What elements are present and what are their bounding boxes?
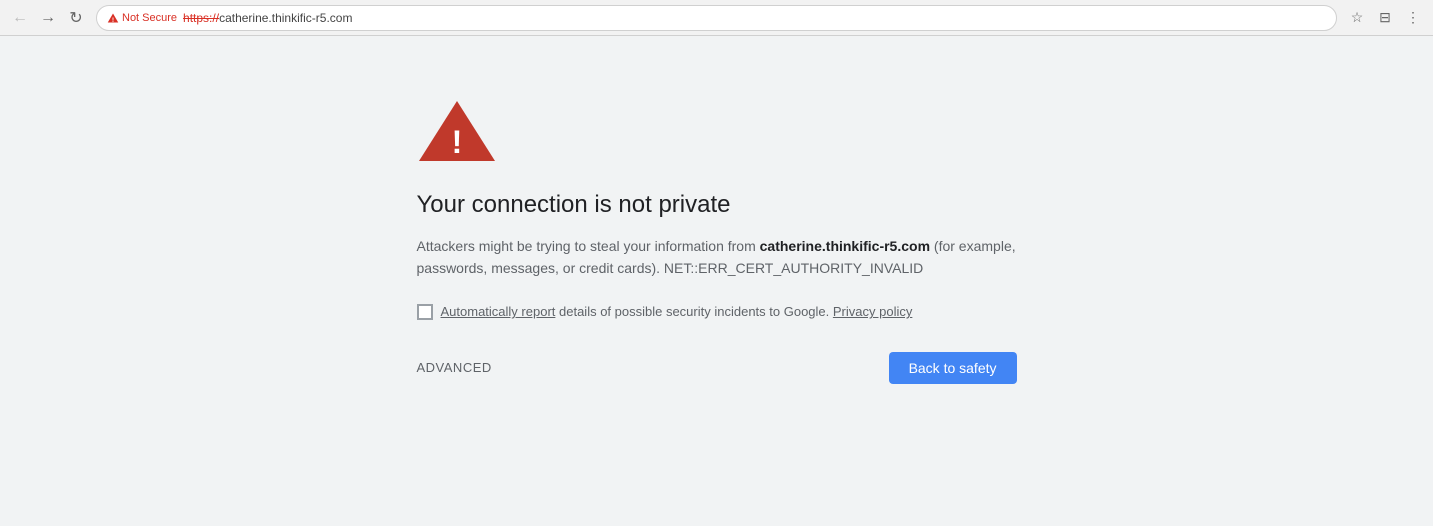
- checkbox-label: Automatically report details of possible…: [441, 304, 913, 319]
- description-prefix: Attackers might be trying to steal your …: [417, 238, 760, 254]
- toolbar-icons: ☆ ⊟ ⋮: [1345, 6, 1425, 30]
- page-content: ! Your connection is not private Attacke…: [0, 36, 1433, 526]
- error-title: Your connection is not private: [417, 191, 731, 219]
- checkbox-text-middle: details of possible security incidents t…: [555, 304, 829, 319]
- back-to-safety-button[interactable]: Back to safety: [889, 352, 1017, 384]
- svg-text:!: !: [112, 17, 114, 23]
- report-checkbox[interactable]: [417, 304, 433, 320]
- url-domain: catherine.thinkific-r5.com: [219, 11, 352, 25]
- error-domain: catherine.thinkific-r5.com: [760, 238, 930, 254]
- privacy-policy-link[interactable]: Privacy policy: [833, 304, 912, 319]
- bookmark-button[interactable]: ☆: [1345, 6, 1369, 30]
- address-url: https://catherine.thinkific-r5.com: [183, 11, 1326, 25]
- advanced-button[interactable]: ADVANCED: [417, 360, 492, 375]
- not-secure-badge: ! Not Secure: [107, 12, 177, 24]
- error-code: NET::ERR_CERT_AUTHORITY_INVALID: [660, 260, 923, 276]
- menu-button[interactable]: ⋮: [1401, 6, 1425, 30]
- action-row: ADVANCED Back to safety: [417, 352, 1017, 384]
- not-secure-label: Not Secure: [122, 12, 177, 24]
- star-icon: ☆: [1351, 9, 1364, 26]
- url-https: https://: [183, 11, 219, 25]
- back-button[interactable]: ←: [8, 6, 32, 30]
- address-bar[interactable]: ! Not Secure https://catherine.thinkific…: [96, 5, 1337, 31]
- error-container: ! Your connection is not private Attacke…: [417, 96, 1017, 384]
- automatically-report-link[interactable]: Automatically report: [441, 304, 556, 319]
- svg-text:!: !: [451, 124, 462, 160]
- reload-button[interactable]: ↻: [64, 6, 88, 30]
- warning-icon-container: !: [417, 96, 497, 171]
- menu-icon: ⋮: [1406, 9, 1420, 26]
- error-description: Attackers might be trying to steal your …: [417, 235, 1017, 280]
- warning-triangle-icon: !: [417, 96, 497, 166]
- security-warning-icon: !: [107, 12, 119, 24]
- cast-icon: ⊟: [1379, 9, 1391, 26]
- forward-button[interactable]: →: [36, 6, 60, 30]
- browser-chrome: ← → ↻ ! Not Secure https://catherine.thi…: [0, 0, 1433, 36]
- nav-buttons: ← → ↻: [8, 6, 88, 30]
- cast-button[interactable]: ⊟: [1373, 6, 1397, 30]
- checkbox-row: Automatically report details of possible…: [417, 304, 913, 320]
